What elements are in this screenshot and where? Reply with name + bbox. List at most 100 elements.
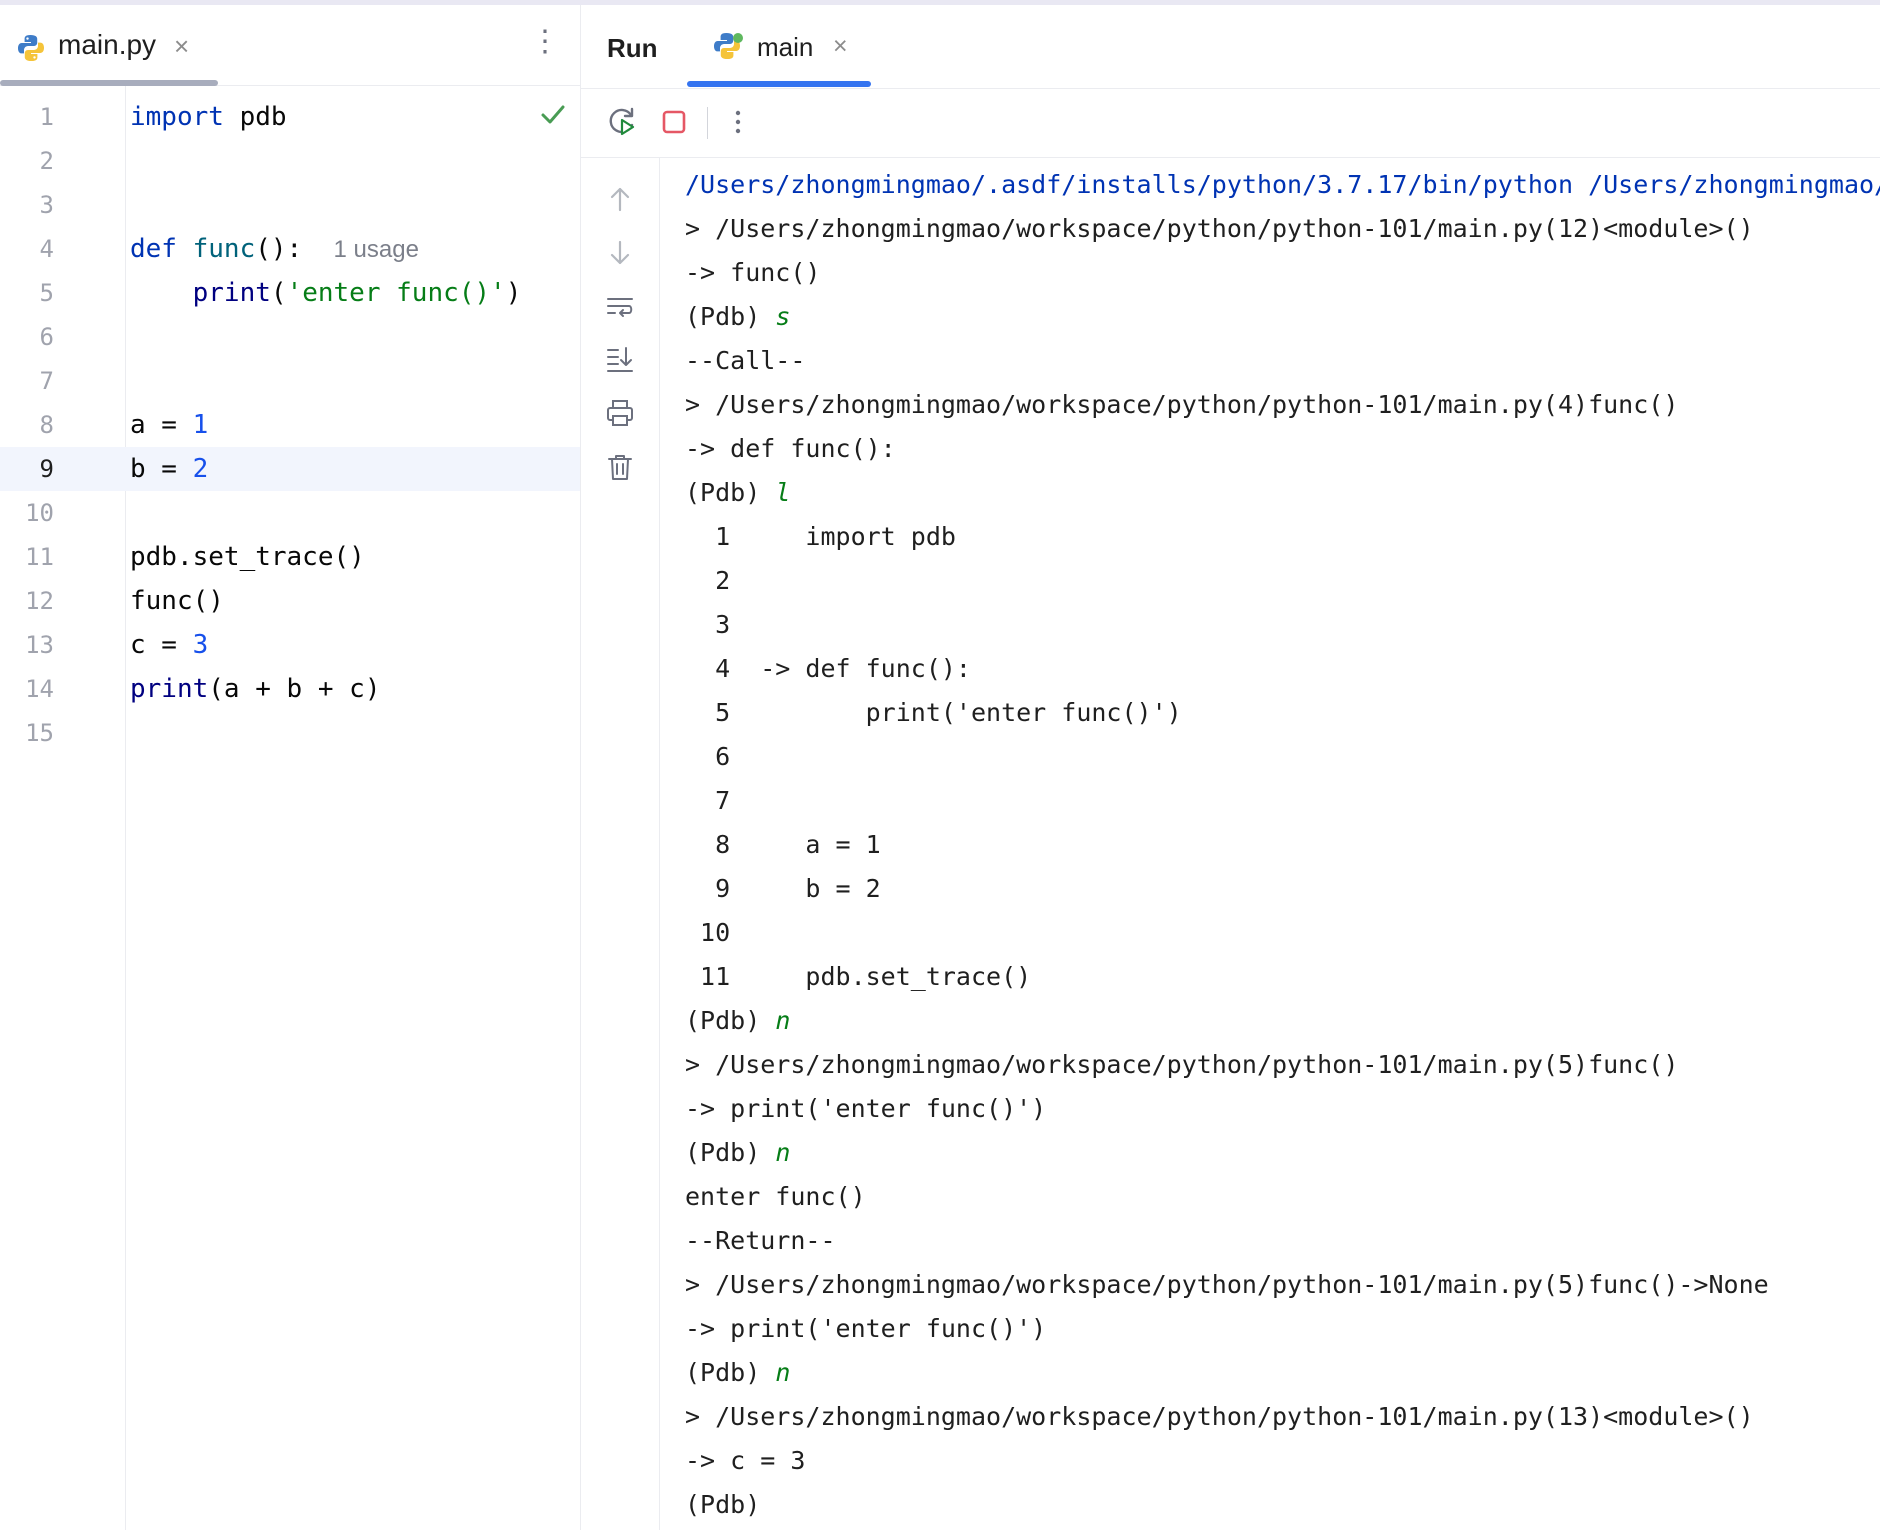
code-text: import pdb <box>130 95 287 139</box>
code-line[interactable]: 7 <box>0 359 580 403</box>
code-line[interactable]: 10 <box>0 491 580 535</box>
code-text: pdb.set_trace() <box>130 542 365 572</box>
line-number: 5 <box>39 279 54 307</box>
code-keyword: import <box>130 102 224 132</box>
line-number: 4 <box>39 235 54 263</box>
scroll-to-end-icon[interactable] <box>605 344 635 374</box>
line-number: 3 <box>39 191 54 219</box>
code-string: 'enter func()' <box>286 278 506 308</box>
line-number: 6 <box>39 323 54 351</box>
code-function-name: func <box>176 234 256 264</box>
code-line[interactable]: 12 func() <box>0 579 580 623</box>
line-number: 7 <box>39 367 54 395</box>
run-tab-bar: Run main × <box>581 5 1880 89</box>
console-output[interactable]: /Users/zhongmingmao/.asdf/installs/pytho… <box>685 163 1880 1530</box>
code-text: print('enter func()') <box>130 271 522 315</box>
code-line[interactable]: 6 <box>0 315 580 359</box>
pdb-user-input: n <box>775 1358 791 1387</box>
close-tab-icon[interactable]: × <box>174 31 189 62</box>
code-text: def func(): 1 usage <box>130 227 419 272</box>
code-line[interactable]: 1 import pdb <box>0 95 580 139</box>
run-toolbar <box>581 89 1880 158</box>
console-line: /Users/zhongmingmao/.asdf/installs/pytho… <box>685 170 1880 199</box>
stop-icon[interactable] <box>657 105 691 139</box>
code-line[interactable]: 3 <box>0 183 580 227</box>
console-line: (Pdb) <box>685 1490 761 1519</box>
rerun-icon[interactable] <box>605 105 639 139</box>
console-line: 2 <box>685 566 731 595</box>
console-line: 1 import pdb <box>685 522 956 551</box>
code-line[interactable]: 14 print(a + b + c) <box>0 667 580 711</box>
code-line[interactable]: 15 <box>0 711 580 755</box>
console-line: enter func() <box>685 1182 866 1211</box>
code-token: pdb <box>223 102 287 132</box>
trash-icon[interactable] <box>605 452 635 482</box>
editor-tab-indicator <box>0 80 218 86</box>
console-line: -> c = 3 <box>685 1446 806 1475</box>
code-number: 3 <box>192 630 209 660</box>
python-run-config-icon <box>714 33 743 59</box>
line-number: 9 <box>39 455 54 483</box>
arrow-up-icon[interactable] <box>605 184 635 214</box>
print-icon[interactable] <box>605 398 635 428</box>
console-line: 3 <box>685 610 731 639</box>
code-line[interactable]: 2 <box>0 139 580 183</box>
code-line-current[interactable]: 9 b = 2 <box>0 447 580 491</box>
console-line: 6 <box>685 742 731 771</box>
console-line: 5 print('enter func()') <box>685 698 1182 727</box>
code-token: b = <box>130 454 193 484</box>
line-number: 14 <box>25 675 54 703</box>
line-number: 15 <box>25 719 54 747</box>
console-line: > /Users/zhongmingmao/workspace/python/p… <box>685 214 1754 243</box>
more-vertical-icon[interactable]: ⋮ <box>530 27 560 57</box>
console-line: 7 <box>685 786 731 815</box>
editor-tab-label: main.py <box>58 29 157 60</box>
line-number: 1 <box>39 103 54 131</box>
arrow-down-icon[interactable] <box>605 238 635 268</box>
console-line: > /Users/zhongmingmao/workspace/python/p… <box>685 1270 1769 1299</box>
console-line: > /Users/zhongmingmao/workspace/python/p… <box>685 390 1679 419</box>
console-line: > /Users/zhongmingmao/workspace/python/p… <box>685 1402 1754 1431</box>
editor-tab-main-py[interactable]: main.py × <box>0 5 218 85</box>
run-tab-main[interactable]: main × <box>687 5 871 88</box>
more-vertical-icon[interactable] <box>721 105 755 139</box>
code-line[interactable]: 11 pdb.set_trace() <box>0 535 580 579</box>
run-tool-window: Run main × /Users/zhongmingmao/.asdf/ins… <box>580 5 1880 1530</box>
console-line: -> def func(): <box>685 434 896 463</box>
console-line: 4 -> def func(): <box>685 654 971 683</box>
line-number: 11 <box>25 543 54 571</box>
code-line[interactable]: 4 def func(): 1 usage <box>0 227 580 271</box>
editor-tab-bar: main.py × ⋮ <box>0 5 580 86</box>
close-tab-icon[interactable]: × <box>833 32 848 61</box>
editor-pane: main.py × ⋮ 1 import pdb 2 3 4 def func(… <box>0 5 580 1530</box>
line-number: 2 <box>39 147 54 175</box>
code-token: (a + b + c) <box>208 674 381 704</box>
console-line: -> print('enter func()') <box>685 1314 1047 1343</box>
run-title: Run <box>607 33 658 63</box>
console-line: 10 <box>685 918 731 947</box>
code-text: print(a + b + c) <box>130 667 380 711</box>
console-line: (Pdb) l <box>685 471 790 515</box>
code-text: b = 2 <box>130 447 208 491</box>
usage-hint[interactable]: 1 usage <box>334 236 419 263</box>
pdb-user-input: l <box>775 478 791 507</box>
pdb-user-input: n <box>775 1138 791 1167</box>
pdb-user-input: s <box>775 302 791 331</box>
console-line: (Pdb) n <box>685 999 790 1043</box>
soft-wrap-icon[interactable] <box>605 292 635 322</box>
code-line[interactable]: 8 a = 1 <box>0 403 580 447</box>
console-line: (Pdb) n <box>685 1351 790 1395</box>
console-line: --Call-- <box>685 346 806 375</box>
code-token: ( <box>270 278 287 308</box>
console-line: (Pdb) n <box>685 1131 790 1175</box>
console-line: --Return-- <box>685 1226 836 1255</box>
code-number: 1 <box>192 410 209 440</box>
code-line[interactable]: 5 print('enter func()') <box>0 271 580 315</box>
code-builtin: print <box>192 278 271 308</box>
pdb-prompt: (Pdb) <box>685 1006 776 1035</box>
pdb-prompt: (Pdb) <box>685 478 776 507</box>
code-text: a = 1 <box>130 403 208 447</box>
python-file-icon <box>18 35 44 61</box>
code-line[interactable]: 13 c = 3 <box>0 623 580 667</box>
line-number: 12 <box>25 587 54 615</box>
